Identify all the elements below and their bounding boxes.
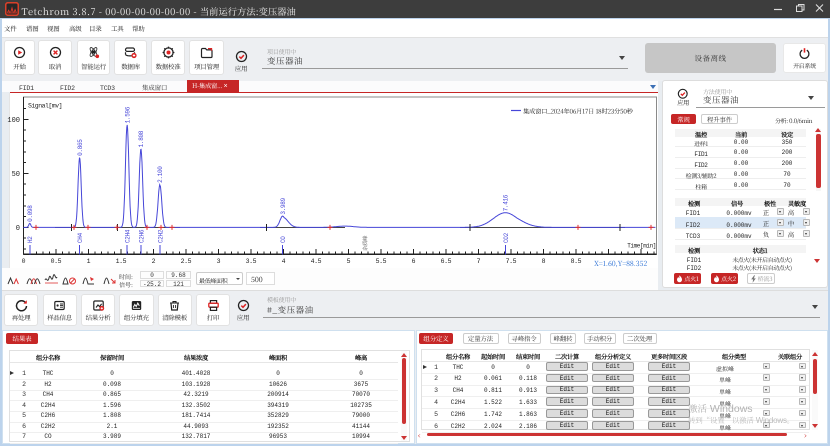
svg-text:CO: CO	[280, 236, 287, 243]
svg-text:0.5: 0.5	[51, 258, 62, 265]
svg-text:1.596: 1.596	[124, 106, 131, 123]
svg-text:6.5: 6.5	[441, 258, 452, 265]
svg-text:C2H6: C2H6	[138, 229, 145, 243]
svg-text:Time[min]: Time[min]	[627, 243, 656, 250]
svg-text:3: 3	[217, 258, 221, 265]
svg-text:8: 8	[542, 258, 546, 265]
svg-text:H2: H2	[27, 236, 34, 243]
svg-text:0.865: 0.865	[77, 139, 84, 156]
svg-text:4: 4	[282, 258, 286, 265]
svg-text:100: 100	[7, 117, 20, 125]
svg-text:7.416: 7.416	[503, 194, 510, 211]
svg-text:CH4: CH4	[77, 232, 84, 243]
svg-text:0.098: 0.098	[27, 205, 34, 222]
svg-text:4.5: 4.5	[311, 258, 322, 265]
svg-text:1: 1	[87, 258, 91, 265]
svg-text:2: 2	[152, 258, 156, 265]
svg-text:3.989: 3.989	[280, 197, 287, 214]
svg-text:3.5: 3.5	[246, 258, 257, 265]
svg-text:5: 5	[347, 258, 351, 265]
svg-text:Signal[mv]: Signal[mv]	[28, 103, 62, 110]
svg-text:0: 0	[22, 258, 26, 265]
svg-text:杂质峰: 杂质峰	[361, 235, 369, 251]
svg-text:C2H2: C2H2	[157, 229, 164, 243]
svg-text:7.5: 7.5	[506, 258, 517, 265]
svg-text:0: 0	[16, 225, 20, 233]
svg-text:8.5: 8.5	[571, 258, 582, 265]
svg-text:7: 7	[477, 258, 481, 265]
svg-text:C2H4: C2H4	[125, 229, 132, 243]
svg-text:50: 50	[12, 171, 20, 179]
svg-text:2.5: 2.5	[181, 258, 192, 265]
svg-text:1.5: 1.5	[116, 258, 127, 265]
svg-text:5.5: 5.5	[376, 258, 387, 265]
svg-text:集成窗口_2024年06月17日 18时23分50秒: 集成窗口_2024年06月17日 18时23分50秒	[523, 107, 634, 116]
svg-text:6: 6	[412, 258, 416, 265]
svg-text:2.100: 2.100	[157, 166, 164, 183]
svg-text:CO2: CO2	[503, 232, 510, 243]
svg-text:1.808: 1.808	[138, 130, 145, 147]
